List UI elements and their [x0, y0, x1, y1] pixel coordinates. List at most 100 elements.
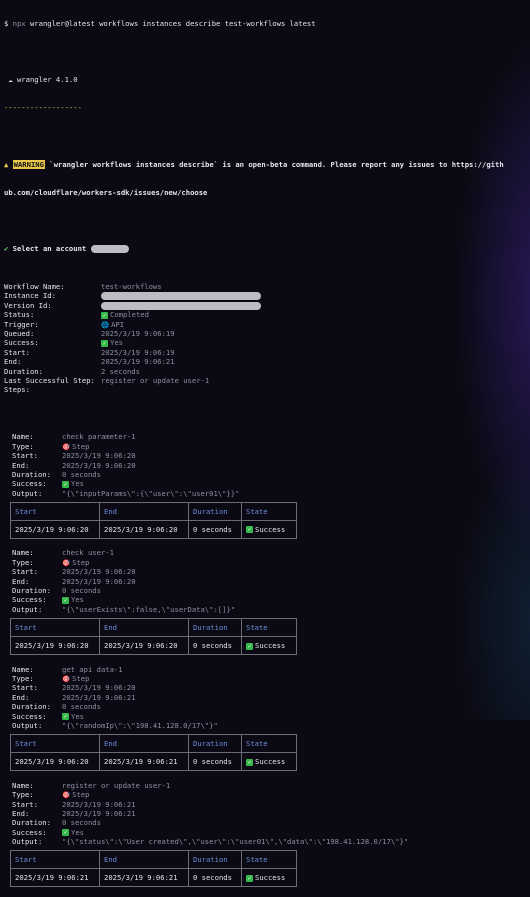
step-field-label: Duration: — [12, 818, 51, 828]
step-field: End: 2025/3/19 9:06:21 — [4, 809, 530, 818]
step-field-value: Yes — [71, 827, 84, 837]
step-field-label: Duration: — [12, 702, 51, 712]
step-block: Name: check parameter-1 Type: 🎯 Step Start: 20… — [4, 423, 530, 540]
redacted-value — [101, 292, 261, 301]
step-field-label: Start: — [12, 683, 38, 693]
col-start-header: Start — [10, 734, 100, 754]
detail-key: Start: — [4, 347, 30, 357]
step-field-label: Success: — [12, 827, 47, 837]
step-field-value: 2025/3/19 9:06:21 — [62, 692, 136, 702]
step-field: Name: get api data-1 — [4, 665, 530, 674]
step-field-label: End: — [12, 576, 30, 586]
step-field-label: Name: — [12, 548, 34, 558]
step-field: Success: ✓ Yes — [4, 479, 530, 488]
step-field-label: Output: — [12, 604, 43, 614]
step-type-icon: 🎯 — [62, 558, 71, 567]
detail-row: Version Id: — [4, 301, 530, 310]
step-field: Name: check parameter-1 — [4, 432, 530, 441]
step-field-label: Duration: — [12, 469, 51, 479]
check-icon: ✓ — [62, 829, 69, 837]
step-field-label: Type: — [12, 673, 34, 683]
col-end-header: End — [99, 734, 189, 754]
cell-start: 2025/3/19 9:06:20 — [10, 636, 100, 656]
step-field-label: Type: — [12, 557, 34, 567]
cell-duration: 0 seconds — [188, 752, 242, 772]
step-field-value: 0 seconds — [62, 469, 101, 479]
step-field-value: "{\"randomIp\":\"198.41.128.0/17\"}" — [62, 720, 218, 730]
cell-end: 2025/3/19 9:06:20 — [99, 520, 189, 540]
instance-details: Workflow Name: test-workflows Instance Id:… — [4, 282, 530, 395]
step-field-value: Step — [72, 673, 90, 683]
step-field-value: 2025/3/19 9:06:21 — [62, 799, 136, 809]
step-field-value: 2025/3/19 9:06:21 — [62, 808, 136, 818]
detail-value: API — [111, 319, 125, 329]
terminal-output[interactable]: $ npx wrangler@latest workflows instance… — [0, 0, 530, 888]
select-account: ✔ Select an account — [4, 244, 530, 254]
step-field-value: 2025/3/19 9:06:20 — [62, 576, 136, 586]
table-header-row: Start End Duration State — [10, 850, 297, 870]
step-field: Success: ✓ Yes — [4, 595, 530, 604]
step-field: End: 2025/3/19 9:06:20 — [4, 577, 530, 586]
step-field-label: Type: — [12, 790, 34, 800]
step-field: Output: "{\"userExists\":false,\"userData… — [4, 605, 530, 614]
detail-key: Status: — [4, 310, 35, 320]
step-field: Output: "{\"randomIp\":\"198.41.128.0/17\… — [4, 721, 530, 730]
step-field-value: Step — [72, 790, 90, 800]
step-field: End: 2025/3/19 9:06:21 — [4, 693, 530, 702]
check-icon: ✓ — [62, 596, 69, 604]
detail-value: Completed — [110, 310, 149, 320]
step-field-label: Name: — [12, 664, 34, 674]
detail-row: Steps: — [4, 385, 530, 394]
step-field-label: Name: — [12, 780, 34, 790]
cloud-icon: ☁ — [8, 75, 13, 85]
detail-row: Instance Id: — [4, 291, 530, 301]
warning-icon: ▲ — [4, 159, 9, 169]
step-field-value: 2025/3/19 9:06:20 — [62, 683, 136, 693]
step-field-value: Yes — [71, 711, 84, 721]
warning-line-1: ▲ WARNING `wrangler workflows instances … — [4, 159, 504, 169]
col-start-header: Start — [10, 850, 100, 870]
step-field-value: Yes — [71, 479, 84, 489]
table-row: 2025/3/19 9:06:21 2025/3/19 9:06:21 0 seco… — [10, 868, 297, 888]
step-field-label: Name: — [12, 432, 34, 442]
step-field: Name: register or update user-1 — [4, 781, 530, 790]
warning-badge: WARNING — [12, 159, 45, 169]
step-field-label: Duration: — [12, 586, 51, 596]
detail-key: Trigger: — [4, 319, 39, 329]
steps-list: Name: check parameter-1 Type: 🎯 Step Start: 20… — [4, 423, 530, 888]
cell-end: 2025/3/19 9:06:21 — [99, 868, 189, 888]
redacted-account — [90, 245, 129, 254]
detail-value: test-workflows — [101, 282, 162, 292]
col-state-header: State — [241, 618, 297, 638]
step-field: Name: check user-1 — [4, 548, 530, 557]
step-field-label: Output: — [12, 720, 43, 730]
step-field: Type: 🎯 Step — [4, 790, 530, 799]
step-field-value: Yes — [71, 595, 84, 605]
step-field-label: Success: — [12, 479, 47, 489]
col-end-header: End — [99, 618, 189, 638]
detail-row: Queued: 2025/3/19 9:06:19 — [4, 329, 530, 338]
step-field-label: Output: — [12, 837, 43, 847]
col-duration-header: Duration — [188, 502, 242, 522]
table-row: 2025/3/19 9:06:20 2025/3/19 9:06:21 0 seco… — [10, 752, 297, 772]
cell-start: 2025/3/19 9:06:21 — [10, 868, 100, 888]
cell-state: ✓ Success — [241, 868, 297, 888]
state-text: Success — [255, 524, 286, 534]
check-icon: ✓ — [62, 713, 69, 721]
step-field: Output: "{\"status\":\"User created\",\"u… — [4, 837, 530, 846]
step-field-value: "{\"inputParams\":{\"user\":\"user01\"}}… — [62, 488, 240, 498]
table-row: 2025/3/19 9:06:20 2025/3/19 9:06:20 0 seco… — [10, 520, 297, 540]
step-field: Start: 2025/3/19 9:06:21 — [4, 800, 530, 809]
step-field-value: 2025/3/19 9:06:20 — [62, 451, 136, 461]
col-end-header: End — [99, 850, 189, 870]
step-field-value: 2025/3/19 9:06:20 — [62, 567, 136, 577]
state-text: Success — [255, 873, 286, 883]
step-field-label: Start: — [12, 567, 38, 577]
step-field-label: Type: — [12, 441, 34, 451]
detail-key: Version Id: — [4, 300, 52, 310]
detail-row: Success: ✓ Yes — [4, 338, 530, 347]
